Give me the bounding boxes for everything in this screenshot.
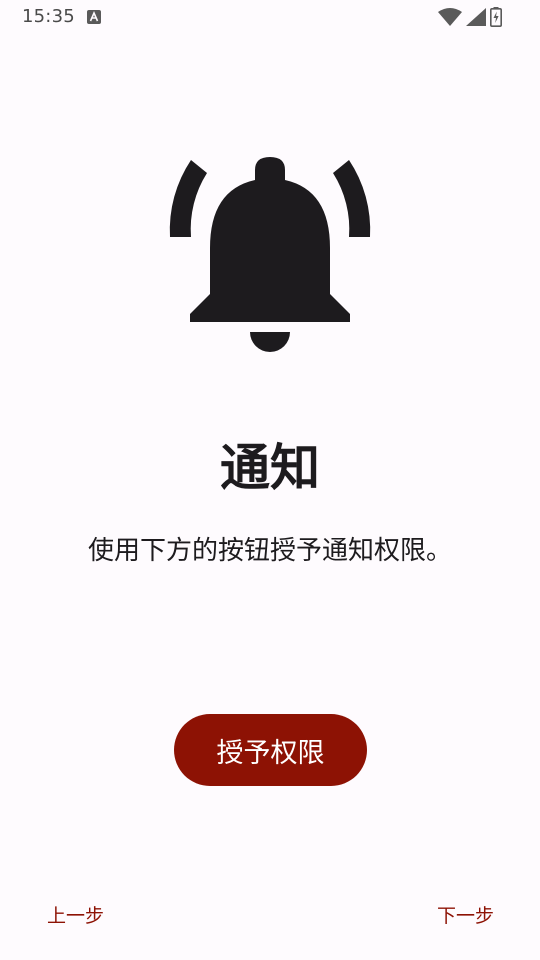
wifi-icon xyxy=(438,8,462,26)
grant-permission-label: 授予权限 xyxy=(216,737,325,769)
keyboard-a-icon xyxy=(87,10,101,24)
next-step-button[interactable]: 下一步 xyxy=(437,899,494,930)
page-description: 使用下方的按钮授予通知权限。 xyxy=(87,536,452,566)
status-time: 15:35 xyxy=(22,6,75,27)
page-title: 通知 xyxy=(220,439,320,497)
previous-step-button[interactable]: 上一步 xyxy=(47,899,104,930)
notification-bell-icon xyxy=(169,157,371,352)
grant-permission-button[interactable]: 授予权限 xyxy=(174,714,367,786)
status-icons xyxy=(438,7,502,27)
status-bar: 15:35 xyxy=(0,0,540,34)
signal-icon xyxy=(466,8,486,26)
battery-charging-icon xyxy=(490,7,502,27)
